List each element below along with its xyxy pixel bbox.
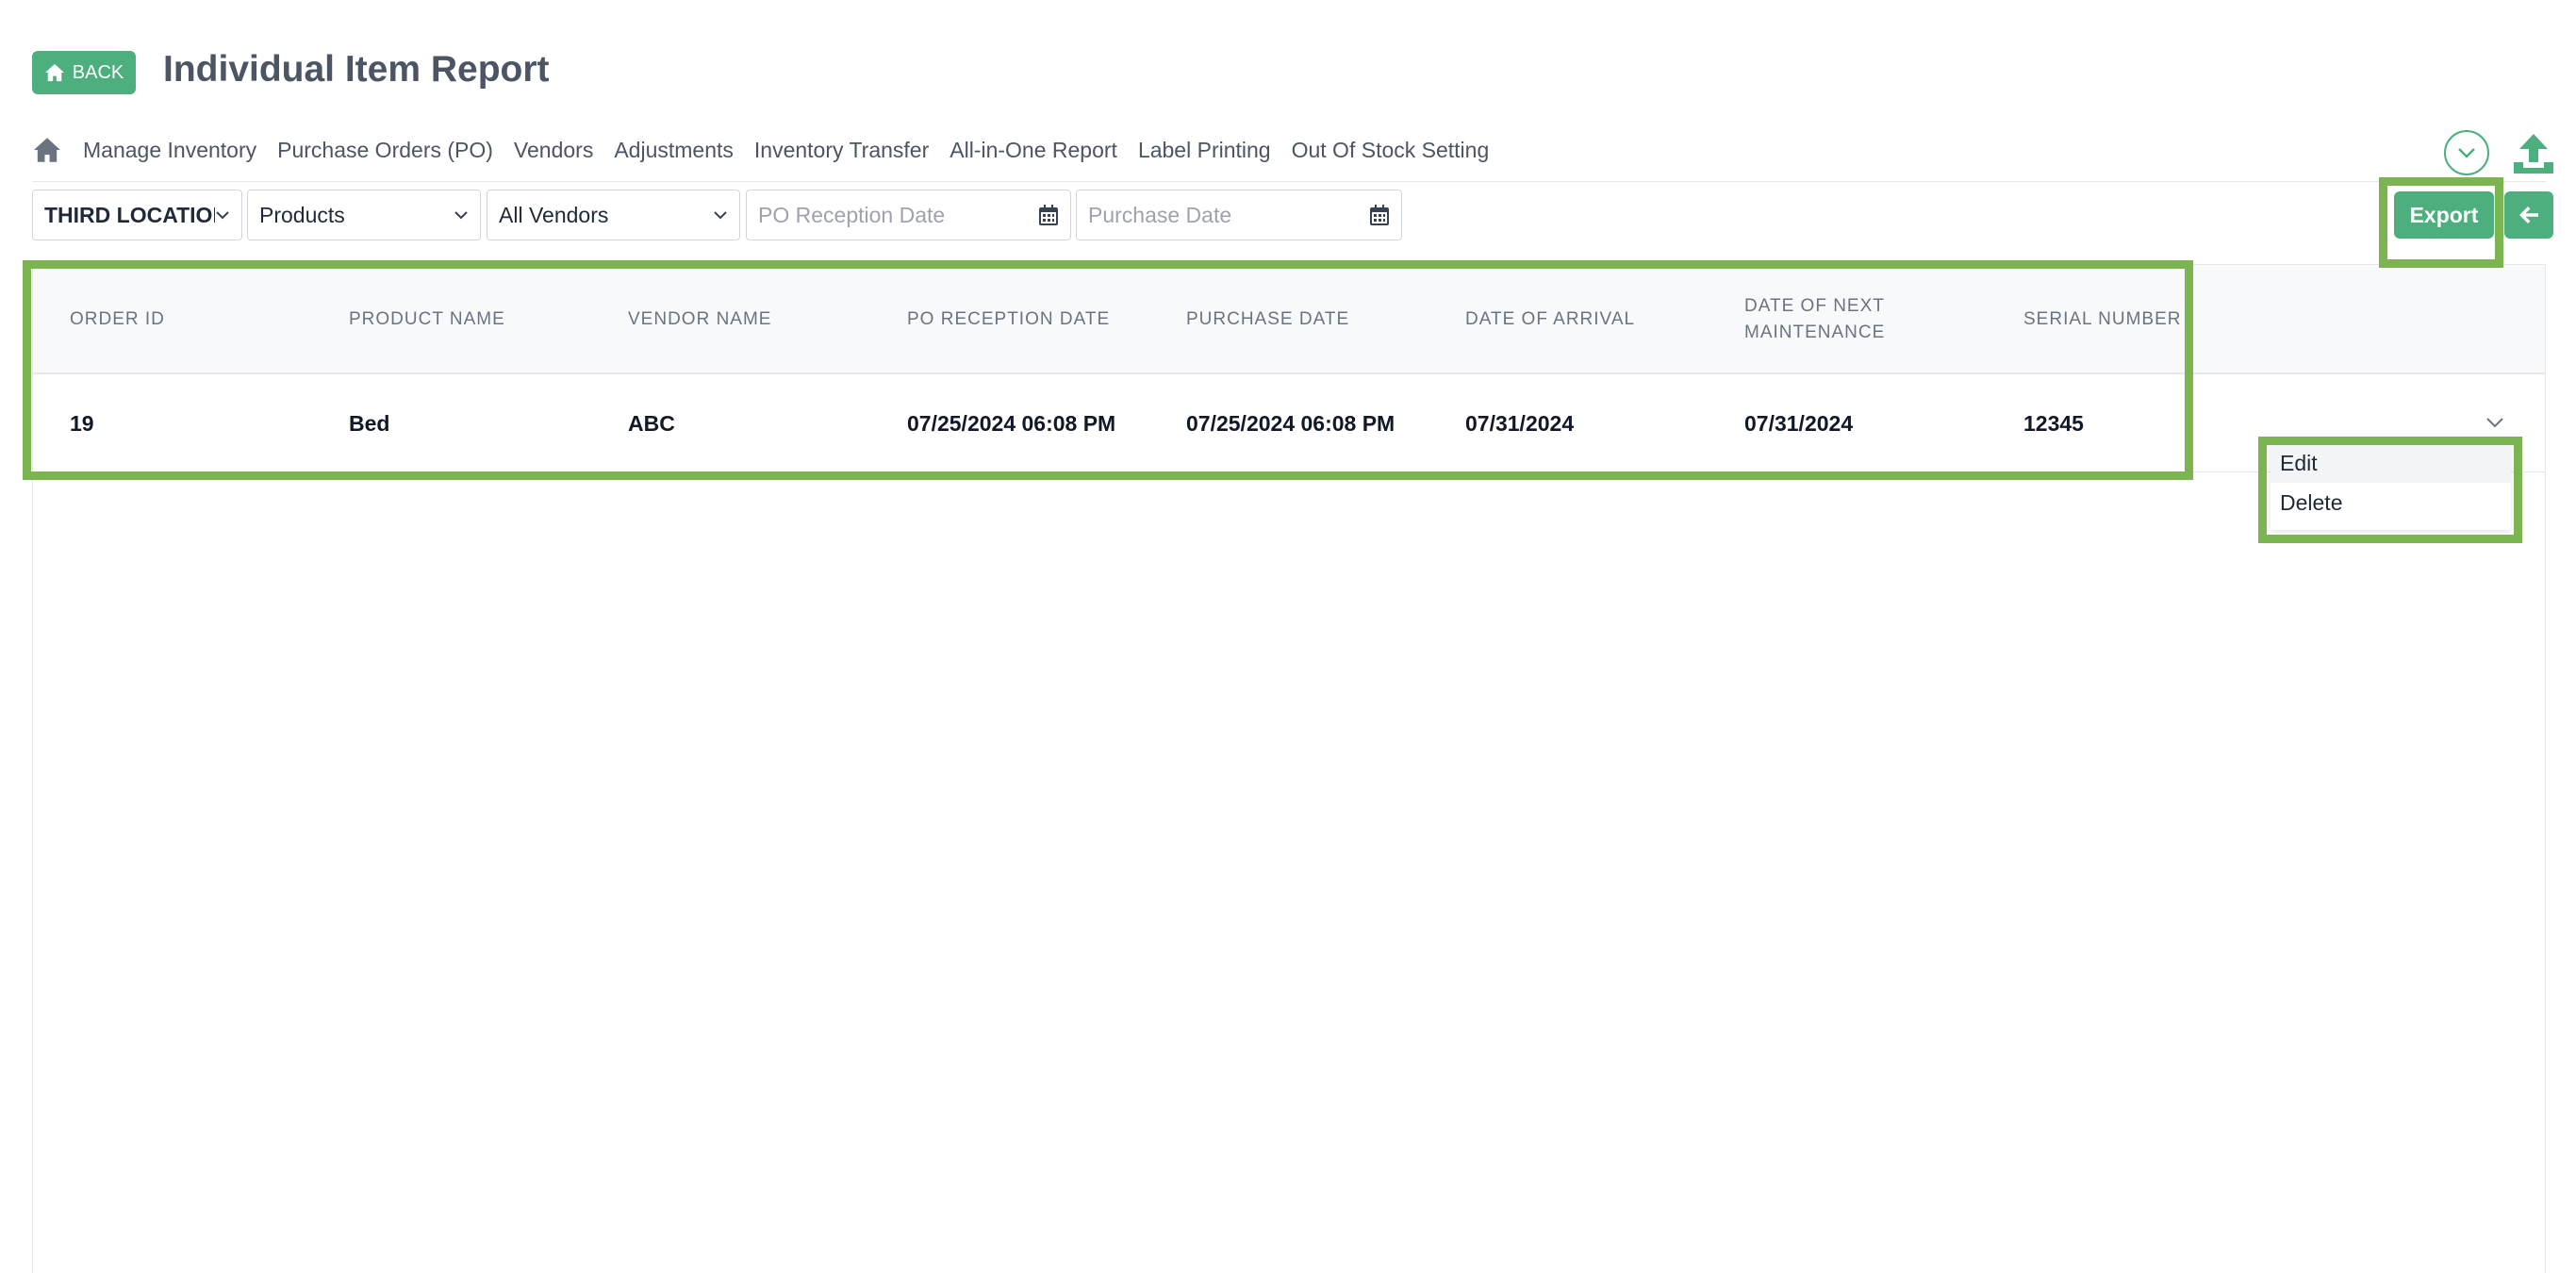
column-header-vendor-name: VENDOR NAME bbox=[628, 309, 772, 329]
cell-order-id: 19 bbox=[70, 411, 94, 436]
nav-item-manage-inventory[interactable]: Manage Inventory bbox=[83, 138, 256, 163]
po-reception-date-placeholder: PO Reception Date bbox=[758, 202, 946, 227]
nav-item-purchase-orders[interactable]: Purchase Orders (PO) bbox=[277, 138, 493, 163]
cell-serial-number: 12345 bbox=[2023, 411, 2084, 436]
chevron-down-icon bbox=[2458, 148, 2475, 158]
report-table: ORDER ID PRODUCT NAME VENDOR NAME PO REC… bbox=[32, 264, 2546, 1273]
column-header-date-of-next-maintenance: DATE OF NEXT MAINTENANCE bbox=[1744, 296, 1886, 342]
collapse-toggle-button[interactable] bbox=[2444, 130, 2489, 175]
cell-vendor-name: ABC bbox=[628, 411, 675, 436]
nav-item-inventory-transfer[interactable]: Inventory Transfer bbox=[754, 138, 929, 163]
column-header-serial-number: SERIAL NUMBER bbox=[2023, 309, 2182, 329]
nav-item-adjustments[interactable]: Adjustments bbox=[614, 138, 734, 163]
column-header-po-reception-date: PO RECEPTION DATE bbox=[907, 309, 1111, 329]
purchase-date-input[interactable]: Purchase Date bbox=[1076, 190, 1402, 240]
top-nav: Manage Inventory Purchase Orders (PO) Ve… bbox=[32, 130, 1489, 170]
cell-purchase-date: 07/25/2024 06:08 PM bbox=[1186, 411, 1395, 436]
nav-divider bbox=[32, 181, 2546, 182]
cell-date-of-arrival: 07/31/2024 bbox=[1465, 411, 1575, 436]
location-select[interactable]: THIRD LOCATION bbox=[32, 190, 242, 240]
column-header-date-of-arrival: DATE OF ARRIVAL bbox=[1465, 309, 1636, 329]
chevron-down-icon bbox=[454, 210, 469, 220]
chevron-down-icon bbox=[713, 210, 728, 220]
export-button[interactable]: Export bbox=[2394, 191, 2494, 239]
cell-date-of-next-maintenance: 07/31/2024 bbox=[1744, 411, 1854, 436]
upload-icon[interactable] bbox=[2510, 132, 2557, 175]
arrow-left-icon bbox=[2519, 207, 2538, 223]
nav-item-label-printing[interactable]: Label Printing bbox=[1138, 138, 1271, 163]
nav-item-out-of-stock-setting[interactable]: Out Of Stock Setting bbox=[1292, 138, 1490, 163]
back-button-label: BACK bbox=[72, 61, 124, 83]
back-arrow-button[interactable] bbox=[2504, 191, 2553, 239]
po-reception-date-input[interactable]: PO Reception Date bbox=[746, 190, 1071, 240]
column-header-product-name: PRODUCT NAME bbox=[349, 309, 505, 329]
product-select[interactable]: Products bbox=[247, 190, 481, 240]
menu-item-delete[interactable]: Delete bbox=[2271, 483, 2511, 522]
menu-item-edit[interactable]: Edit bbox=[2271, 443, 2511, 483]
home-icon bbox=[44, 63, 64, 82]
calendar-icon[interactable] bbox=[1369, 204, 1390, 226]
page-title: Individual Item Report bbox=[163, 49, 550, 90]
cell-product-name: Bed bbox=[349, 411, 390, 436]
calendar-icon[interactable] bbox=[1038, 204, 1059, 226]
back-button[interactable]: BACK bbox=[32, 51, 136, 94]
table-row[interactable]: 19 Bed ABC 07/25/2024 06:08 PM 07/25/202… bbox=[33, 374, 2545, 472]
home-icon[interactable] bbox=[32, 137, 62, 163]
nav-item-all-in-one-report[interactable]: All-in-One Report bbox=[949, 138, 1117, 163]
row-actions-chevron-down-icon[interactable] bbox=[2485, 416, 2505, 431]
product-select-value: Products bbox=[259, 202, 345, 227]
page: BACK Individual Item Report Manage Inven… bbox=[0, 0, 2576, 1273]
vendor-select[interactable]: All Vendors bbox=[487, 190, 740, 240]
vendor-select-value: All Vendors bbox=[499, 202, 609, 227]
purchase-date-placeholder: Purchase Date bbox=[1088, 202, 1232, 227]
column-header-purchase-date: PURCHASE DATE bbox=[1186, 309, 1350, 329]
location-select-value: THIRD LOCATION bbox=[44, 202, 215, 227]
cell-po-reception-date: 07/25/2024 06:08 PM bbox=[907, 411, 1116, 436]
row-actions-menu: Edit Delete bbox=[2271, 443, 2511, 530]
chevron-down-icon bbox=[215, 210, 230, 220]
nav-item-vendors[interactable]: Vendors bbox=[514, 138, 593, 163]
column-header-order-id: ORDER ID bbox=[70, 309, 165, 329]
table-header-row: ORDER ID PRODUCT NAME VENDOR NAME PO REC… bbox=[33, 265, 2545, 374]
